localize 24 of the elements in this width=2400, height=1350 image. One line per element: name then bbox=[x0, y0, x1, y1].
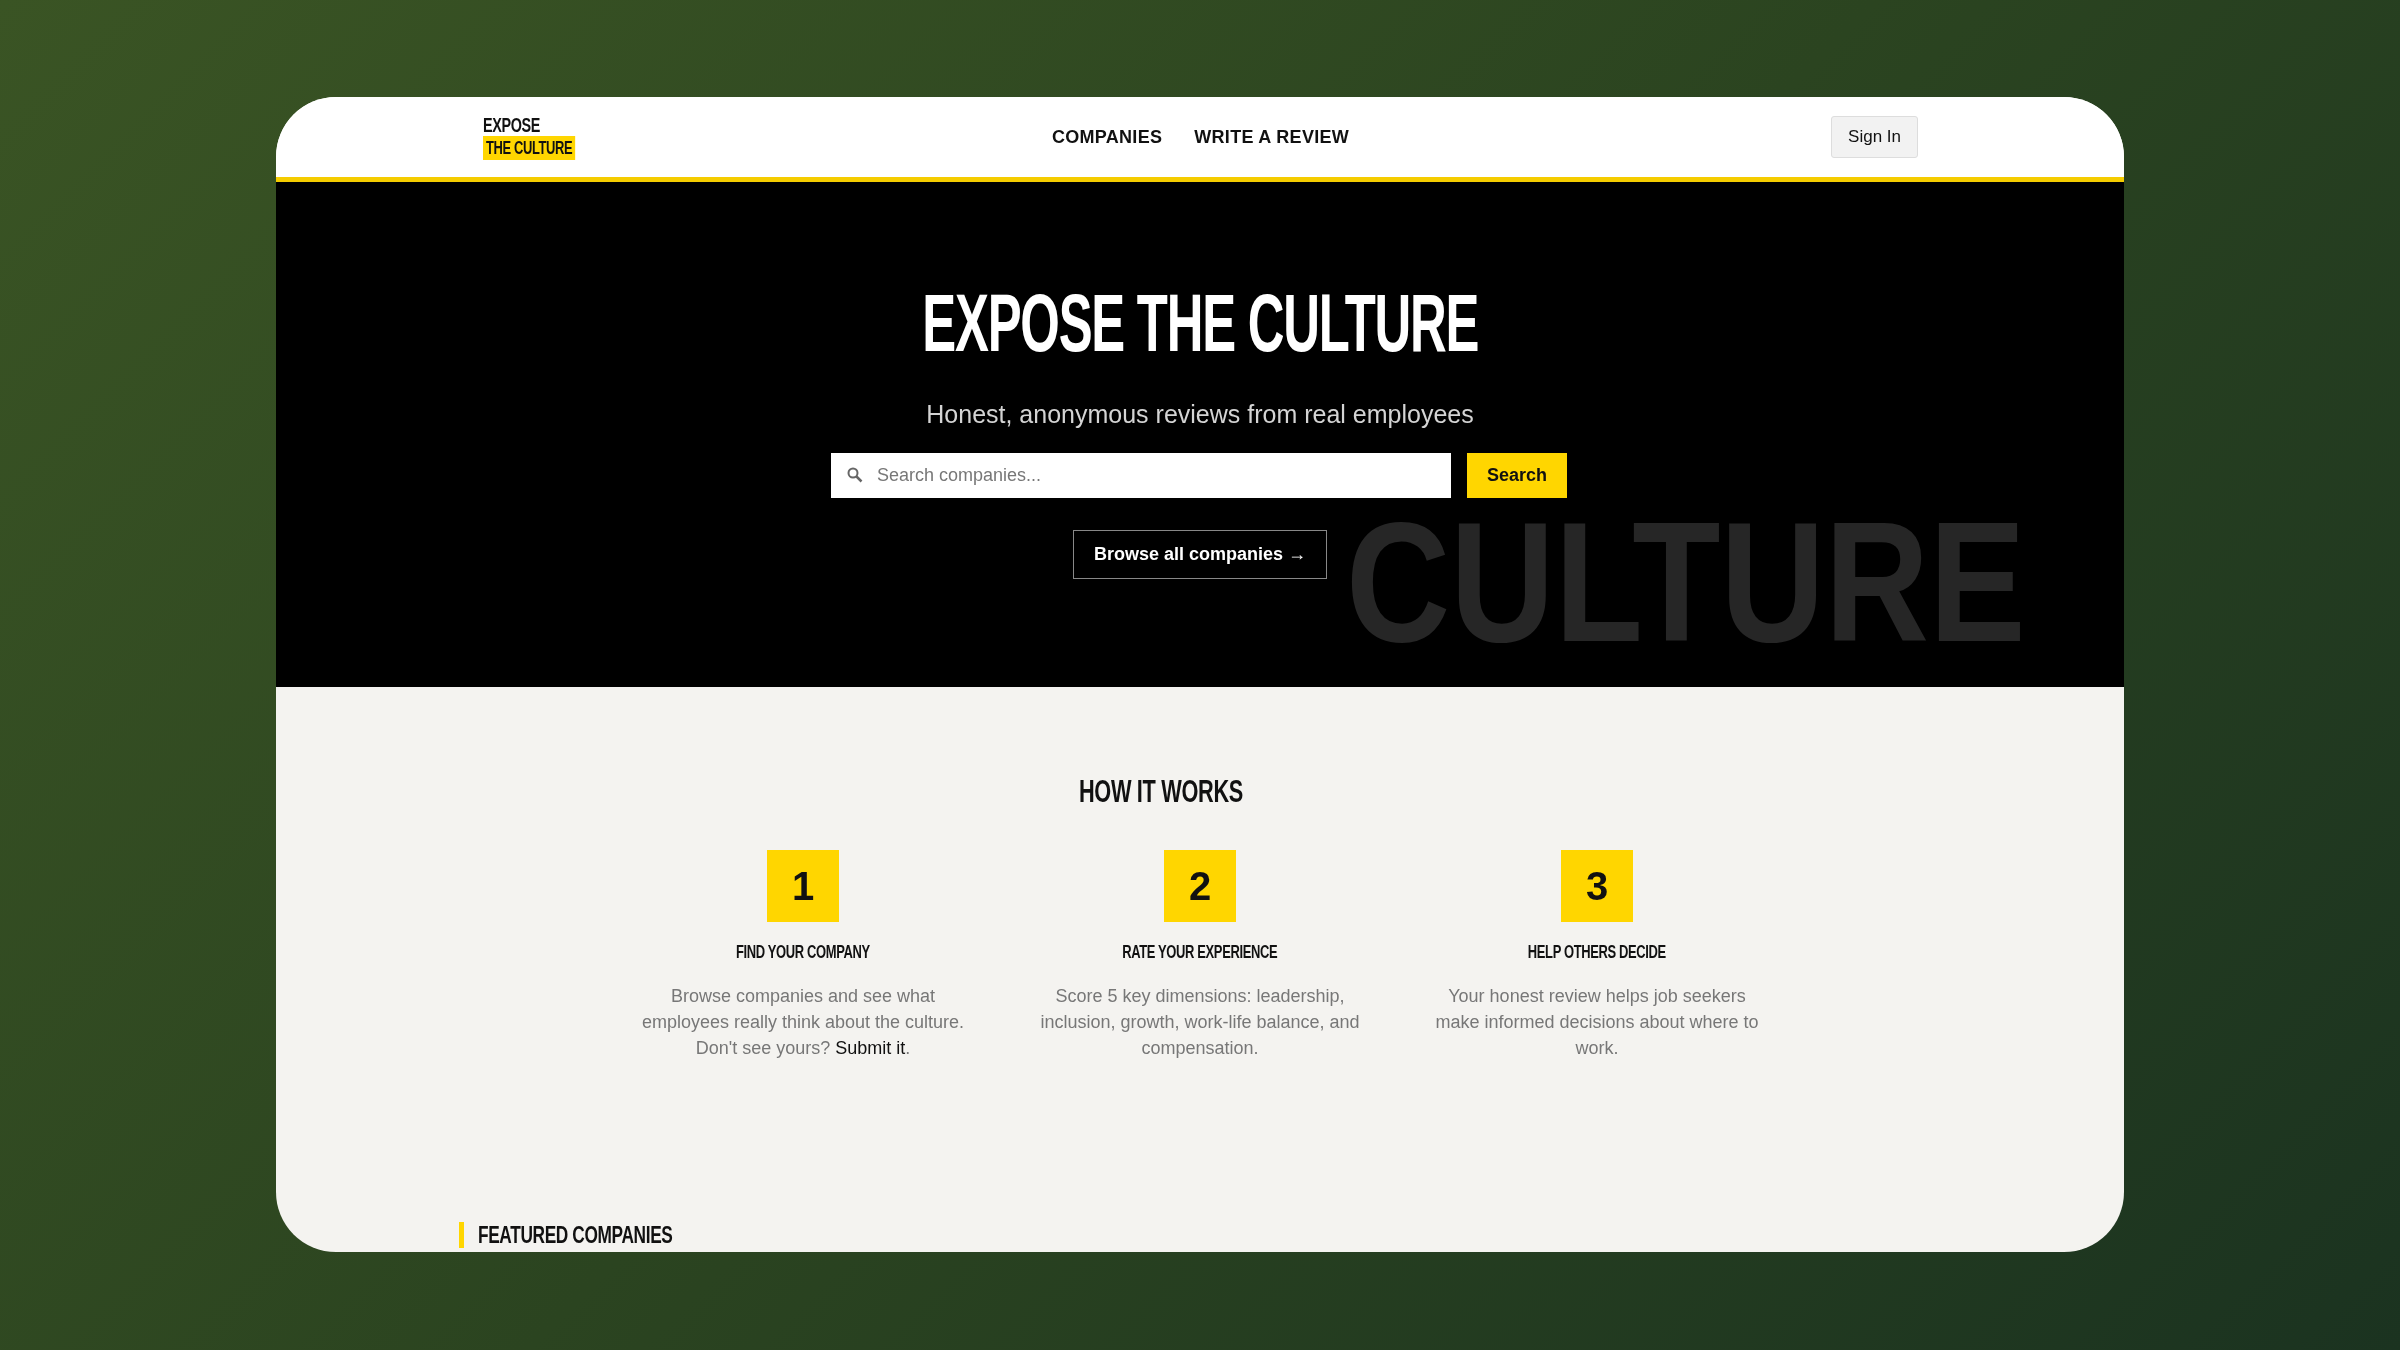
search-button[interactable]: Search bbox=[1466, 453, 1567, 498]
step-title: FIND YOUR COMPANY bbox=[736, 942, 870, 963]
hero-title: EXPOSE THE CULTURE bbox=[922, 282, 1478, 364]
logo-text[interactable]: EXPOSE bbox=[483, 114, 541, 136]
search-field[interactable]: Search companies... bbox=[830, 453, 1451, 498]
step-number: 2 bbox=[1164, 850, 1236, 922]
sign-in-button[interactable]: Sign In bbox=[1831, 116, 1918, 158]
step-number: 3 bbox=[1561, 850, 1633, 922]
step-description: Your honest review helps job seekers make informed decisions about where to work. bbox=[1434, 985, 1760, 1060]
step-title: RATE YOUR EXPERIENCE bbox=[1122, 942, 1278, 963]
accent-bar bbox=[459, 1222, 464, 1248]
step-description: Score 5 key dimensions: leadership, inclusion, growth, work-life balance, and compensation. bbox=[1039, 985, 1361, 1060]
search-icon bbox=[846, 467, 863, 483]
logo-highlight[interactable]: THE CULTURE bbox=[483, 136, 576, 160]
step-title: HELP OTHERS DECIDE bbox=[1528, 942, 1666, 963]
browse-companies-button[interactable]: Browse all companies → bbox=[1072, 530, 1328, 579]
section-title: FEATURED COMPANIES bbox=[478, 1221, 673, 1249]
section-title: HOW IT WORKS bbox=[1079, 773, 1244, 810]
submit-link[interactable]: Submit it bbox=[835, 1038, 906, 1058]
nav-link[interactable]: COMPANIES bbox=[1051, 126, 1163, 148]
hero-subtitle: Honest, anonymous reviews from real employees bbox=[926, 400, 1474, 429]
step-number: 1 bbox=[767, 850, 839, 922]
nav-link[interactable]: WRITE A REVIEW bbox=[1194, 126, 1350, 148]
step-description: Browse companies and see what employees really think about the culture. Don't see yours? Submit it. bbox=[640, 985, 966, 1060]
